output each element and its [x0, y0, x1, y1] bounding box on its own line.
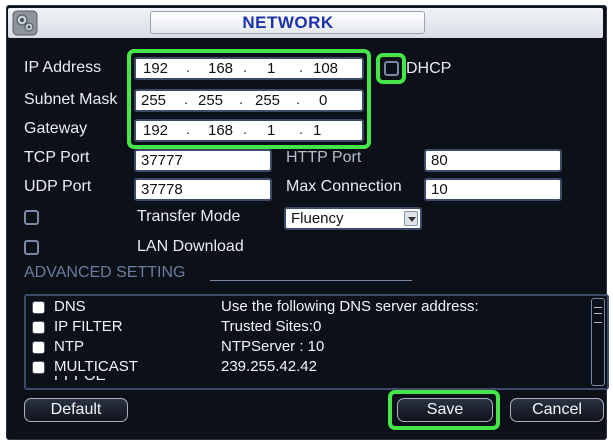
list-item-multicast[interactable]: MULTICAST 239.255.42.42 — [26, 358, 586, 378]
mask-octet-3[interactable]: 255 — [255, 91, 280, 110]
gateway-label: Gateway — [24, 120, 88, 137]
list-item-ip-filter[interactable]: IP FILTER Trusted Sites:0 — [26, 318, 586, 338]
advanced-setting-heading: ADVANCED SETTING — [24, 264, 186, 281]
subnet-mask-field[interactable]: 255 . 255 . 255 . 0 — [134, 89, 364, 112]
http-port-label: HTTP Port — [286, 149, 362, 166]
list-item-pppoe[interactable]: PPPOE — [26, 376, 586, 388]
max-connection-input[interactable]: 10 — [424, 178, 562, 201]
list-item-ntp[interactable]: NTP NTPServer : 10 — [26, 338, 586, 358]
gateway-octet-3[interactable]: 1 — [267, 121, 275, 140]
default-button[interactable]: Default — [24, 398, 128, 422]
section-divider — [210, 280, 412, 281]
list-scrollbar[interactable] — [591, 298, 605, 386]
save-button[interactable]: Save — [397, 398, 493, 422]
ip-address-label: IP Address — [24, 59, 102, 76]
gateway-field[interactable]: 192 . 168 . 1 . 1 — [134, 119, 364, 142]
lan-download-checkbox[interactable] — [24, 240, 39, 255]
dns-checkbox[interactable] — [32, 301, 45, 314]
max-connection-label: Max Connection — [286, 178, 402, 195]
mask-octet-1[interactable]: 255 — [141, 91, 166, 110]
tcp-port-label: TCP Port — [24, 149, 90, 166]
tcp-port-input[interactable]: 37777 — [134, 149, 272, 172]
title-bar: NETWORK — [8, 8, 603, 38]
transfer-mode-checkbox[interactable] — [24, 210, 39, 225]
cancel-button[interactable]: Cancel — [510, 398, 604, 422]
dhcp-checkbox[interactable] — [384, 61, 399, 76]
udp-port-label: UDP Port — [24, 178, 92, 195]
gateway-octet-4[interactable]: 1 — [313, 121, 321, 140]
advanced-settings-list[interactable]: DNS Use the following DNS server address… — [24, 294, 609, 390]
ip-octet-1[interactable]: 192 — [143, 59, 168, 78]
gateway-octet-1[interactable]: 192 — [143, 121, 168, 140]
multicast-checkbox[interactable] — [32, 361, 45, 374]
ip-octet-3[interactable]: 1 — [267, 59, 275, 78]
gateway-octet-2[interactable]: 168 — [208, 121, 233, 140]
mask-octet-2[interactable]: 255 — [198, 91, 223, 110]
network-settings-icon — [12, 10, 38, 36]
http-port-input[interactable]: 80 — [424, 149, 562, 172]
ntp-checkbox[interactable] — [32, 341, 45, 354]
window-title: NETWORK — [242, 13, 334, 32]
lan-download-label: LAN Download — [137, 238, 244, 255]
subnet-mask-label: Subnet Mask — [24, 91, 118, 108]
ip-octet-2[interactable]: 168 — [208, 59, 233, 78]
ip-address-field[interactable]: 192 . 168 . 1 . 108 — [134, 57, 364, 80]
list-item-dns[interactable]: DNS Use the following DNS server address… — [26, 298, 586, 318]
udp-port-input[interactable]: 37778 — [134, 178, 272, 201]
ip-filter-checkbox[interactable] — [32, 321, 45, 334]
chevron-down-icon[interactable] — [404, 211, 418, 226]
dhcp-label: DHCP — [406, 60, 452, 77]
scrollbar-grip-icon[interactable] — [594, 307, 602, 323]
ip-octet-4[interactable]: 108 — [313, 59, 338, 78]
transfer-mode-select[interactable]: Fluency — [284, 207, 422, 230]
mask-octet-4[interactable]: 0 — [319, 91, 327, 110]
transfer-mode-label: Transfer Mode — [137, 208, 241, 225]
